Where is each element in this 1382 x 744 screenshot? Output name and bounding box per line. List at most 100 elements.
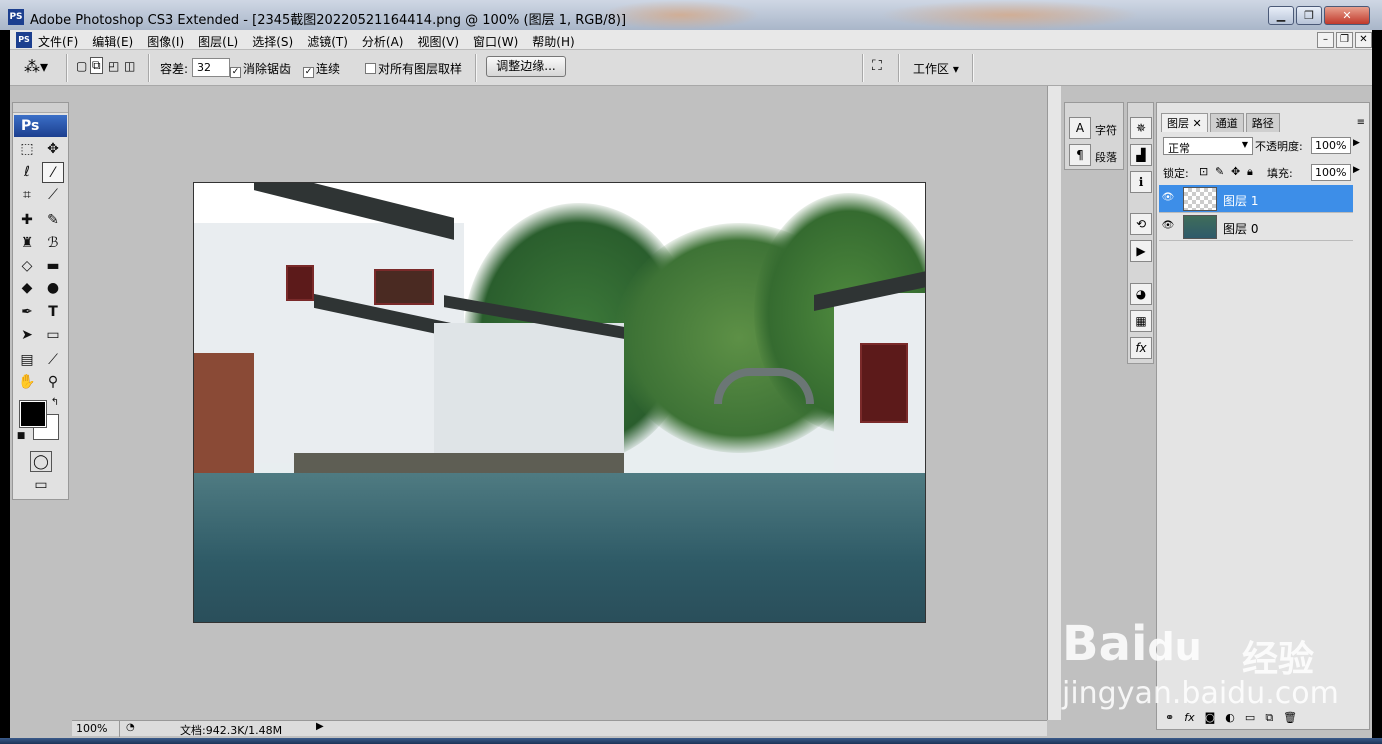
menu-analysis[interactable]: 分析(A) [362, 33, 404, 50]
shape-icon[interactable]: ▭ [42, 325, 64, 346]
toolbox-logo[interactable]: Ps [14, 115, 67, 137]
lock-pixels-icon[interactable]: ✎ [1215, 165, 1224, 178]
toolbox-grip[interactable] [13, 103, 68, 113]
paragraph-label[interactable]: 段落 [1095, 149, 1117, 165]
document-canvas[interactable] [193, 182, 926, 623]
selection-mode-subtract-icon[interactable]: ◰ [108, 59, 119, 73]
doc-close-icon[interactable]: ✕ [1355, 32, 1372, 48]
tolerance-input[interactable]: 32 [192, 58, 230, 77]
clone-stamp-icon[interactable]: ♜ [16, 233, 38, 254]
doc-minimize-icon[interactable]: – [1317, 32, 1334, 48]
lock-transparency-icon[interactable]: ⊡ [1199, 165, 1208, 178]
lock-position-icon[interactable]: ✥ [1231, 165, 1240, 178]
doc-info: 文档:942.3K/1.48M [180, 724, 283, 737]
swap-colors-icon[interactable]: ↰ [49, 397, 61, 409]
foreground-color-swatch[interactable] [19, 400, 47, 428]
ps-menu-icon[interactable]: PS [16, 32, 32, 48]
opacity-label: 不透明度: [1255, 140, 1303, 153]
dodge-icon[interactable]: ● [42, 278, 64, 299]
path-select-icon[interactable]: ➤ [16, 325, 38, 346]
swatches-icon[interactable]: ▦ [1130, 310, 1152, 332]
styles-icon[interactable]: fx [1130, 337, 1152, 359]
blur-icon[interactable]: ◆ [16, 278, 38, 299]
refine-edge-button[interactable]: 调整边缘... [486, 56, 566, 77]
healing-brush-icon[interactable]: ✚ [16, 210, 38, 231]
paragraph-icon[interactable]: ¶ [1069, 144, 1091, 166]
eraser-icon[interactable]: ◇ [16, 256, 38, 277]
opacity-input[interactable]: 100% [1311, 137, 1351, 154]
move-icon[interactable]: ✥ [42, 139, 64, 160]
contiguous-checkbox[interactable]: ✓ 连续 [303, 60, 340, 78]
navigator-icon[interactable]: ✵ [1130, 117, 1152, 139]
fill-input[interactable]: 100% [1311, 164, 1351, 181]
anti-alias-checkbox[interactable]: ✓ 消除锯齿 [230, 60, 291, 78]
gradient-icon[interactable]: ▬ [42, 256, 64, 277]
eyedropper2-icon[interactable]: ⟋ [42, 350, 64, 371]
restore-icon[interactable]: ❐ [1296, 6, 1322, 25]
magic-wand-icon[interactable]: ⁄ [42, 162, 64, 183]
status-menu-icon[interactable]: ◔ [126, 722, 135, 733]
minimize-icon[interactable]: ▁ [1268, 6, 1294, 25]
screen-mode-icon[interactable]: ▭ [30, 475, 52, 496]
zoom-icon[interactable]: ⚲ [42, 372, 64, 393]
menu-file[interactable]: 文件(F) [38, 33, 78, 50]
type-icon[interactable]: T [42, 302, 64, 323]
quick-mask-icon[interactable]: ◯ [30, 451, 52, 472]
menu-select[interactable]: 选择(S) [252, 33, 293, 50]
divider [898, 54, 900, 82]
color-icon[interactable]: ◕ [1130, 283, 1152, 305]
selection-mode-intersect-icon[interactable]: ◫ [124, 59, 135, 73]
actions-icon[interactable]: ▶ [1130, 240, 1152, 262]
selection-mode-new-icon[interactable]: ▢ [76, 59, 87, 73]
crop-icon[interactable]: ⌗ [16, 185, 38, 206]
visibility-eye-icon[interactable]: 👁︎ [1161, 220, 1175, 234]
brush-icon[interactable]: ✎ [42, 210, 64, 231]
panel-menu-icon[interactable]: ≡ [1357, 117, 1365, 128]
workspace-menu[interactable]: 工作区 ▾ [913, 60, 959, 77]
tab-layers[interactable]: 图层 ✕ [1161, 113, 1208, 132]
taskbar [0, 738, 1382, 744]
selection-mode-add-icon[interactable]: ⧉ [90, 57, 103, 74]
info-icon[interactable]: ℹ [1130, 171, 1152, 193]
character-label[interactable]: 字符 [1095, 122, 1117, 138]
menu-edit[interactable]: 编辑(E) [92, 33, 133, 50]
doc-restore-icon[interactable]: ❐ [1336, 32, 1353, 48]
default-colors-icon[interactable]: ■ [16, 431, 26, 441]
opacity-arrow-icon[interactable]: ▶ [1353, 138, 1360, 148]
tab-channels[interactable]: 通道 [1209, 113, 1244, 132]
pen-icon[interactable]: ✒ [16, 302, 38, 323]
layer-thumbnail [1183, 215, 1217, 239]
history-icon[interactable]: ⟲ [1130, 213, 1152, 235]
menu-image[interactable]: 图像(I) [147, 33, 184, 50]
menu-help[interactable]: 帮助(H) [532, 33, 574, 50]
zoom-field[interactable]: 100% [72, 721, 120, 737]
menu-view[interactable]: 视图(V) [417, 33, 459, 50]
menu-filter[interactable]: 滤镜(T) [307, 33, 348, 50]
bridge-icon[interactable]: ⛶ [872, 58, 882, 74]
fill-arrow-icon[interactable]: ▶ [1353, 165, 1360, 175]
history-brush-icon[interactable]: ℬ [42, 233, 64, 254]
sample-all-label: 对所有图层取样 [378, 62, 463, 76]
menu-window[interactable]: 窗口(W) [473, 33, 518, 50]
histogram-icon[interactable]: ▟ [1130, 144, 1152, 166]
marquee-icon[interactable]: ⬚ [16, 139, 38, 160]
vertical-scrollbar[interactable] [1047, 86, 1061, 720]
visibility-eye-icon[interactable]: 👁︎ [1161, 192, 1175, 206]
layer-row[interactable]: 👁︎ 图层 0 [1159, 213, 1353, 241]
character-icon[interactable]: A [1069, 117, 1091, 139]
magic-wand-preset-icon[interactable]: ⁂▾ [24, 57, 48, 76]
hand-icon[interactable]: ✋ [16, 372, 38, 393]
lock-all-icon[interactable]: 🔒︎ [1247, 165, 1253, 179]
sample-all-checkbox[interactable]: 对所有图层取样 [365, 60, 462, 77]
layer-name[interactable]: 图层 0 [1223, 220, 1258, 237]
notes-icon[interactable]: ▤ [16, 350, 38, 371]
tab-paths[interactable]: 路径 [1245, 113, 1280, 132]
layer-name[interactable]: 图层 1 [1223, 192, 1258, 209]
menu-layer[interactable]: 图层(L) [198, 33, 238, 50]
eyedropper-icon[interactable]: ⟋ [42, 185, 64, 206]
status-arrow-icon[interactable]: ▶ [316, 721, 324, 732]
layer-row[interactable]: 👁︎ 图层 1 [1159, 185, 1353, 213]
lasso-icon[interactable]: ℓ [16, 162, 38, 183]
close-icon[interactable]: ✕ [1324, 6, 1370, 25]
blend-mode-select[interactable]: 正常 ▼ [1163, 137, 1253, 155]
